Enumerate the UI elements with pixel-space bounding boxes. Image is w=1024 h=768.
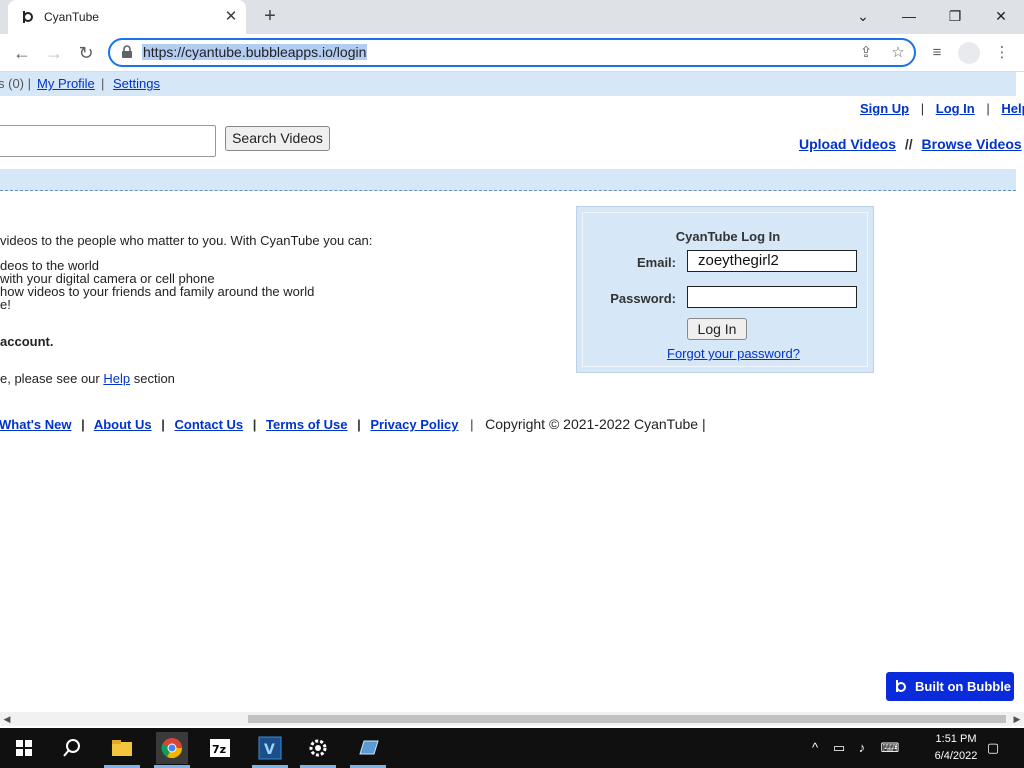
upload-videos-link[interactable]: Upload Videos: [799, 136, 896, 152]
about-us-link[interactable]: About Us: [94, 417, 152, 432]
top-links-separator: |: [986, 101, 990, 116]
notifications-icon[interactable]: ▢: [982, 738, 1004, 758]
keyboard-icon[interactable]: ⌨: [878, 738, 902, 758]
email-label: Email:: [636, 255, 676, 270]
help-suffix: section: [130, 371, 175, 386]
log-in-button[interactable]: Log In: [687, 318, 747, 340]
windows-start-icon[interactable]: [8, 732, 40, 764]
tab-title: CyanTube: [44, 10, 99, 24]
privacy-policy-link[interactable]: Privacy Policy: [370, 417, 458, 432]
browse-videos-link[interactable]: Browse Videos: [922, 136, 1022, 152]
search-input[interactable]: [0, 125, 216, 157]
network-icon[interactable]: ▭: [829, 738, 849, 758]
help-text: e, please see our Help section: [0, 371, 175, 386]
footer-separator: |: [161, 417, 165, 432]
password-field[interactable]: [687, 286, 857, 308]
help-link[interactable]: Help: [1001, 101, 1024, 116]
footer-separator: |: [81, 417, 85, 432]
intro-bullet: how videos to your friends and family ar…: [0, 284, 315, 299]
built-on-bubble-badge[interactable]: Built on Bubble: [886, 672, 1014, 701]
top-links: Sign Up | Log In | Help: [860, 101, 1024, 116]
footer-separator: |: [252, 417, 257, 432]
search-videos-button[interactable]: Search Videos: [225, 126, 330, 151]
clock-time: 1:51 PM: [935, 733, 977, 745]
terms-of-use-link[interactable]: Terms of Use: [266, 417, 347, 432]
help-section-link[interactable]: Help: [103, 371, 130, 386]
7zip-icon[interactable]: 7z: [204, 732, 236, 764]
video-actions: Upload Videos // Browse Videos: [799, 136, 1022, 152]
virtualbox-icon[interactable]: [352, 732, 384, 764]
minimize-button[interactable]: —: [895, 4, 923, 28]
horizontal-scrollbar[interactable]: ◀ ▶: [0, 712, 1024, 726]
page-content: s (0) | My Profile | Settings Sign Up | …: [0, 72, 1024, 712]
scroll-left-icon[interactable]: ◀: [0, 712, 14, 726]
back-arrow-icon[interactable]: ←: [10, 41, 34, 65]
bubble-favicon-icon: [23, 11, 34, 23]
footer-separator: |: [357, 417, 361, 432]
restore-button[interactable]: ❐: [941, 4, 969, 28]
system-clock[interactable]: 1:51 PM 6/4/2022: [926, 731, 986, 765]
badge-label: Built on Bubble: [915, 679, 1012, 694]
scrollbar-thumb[interactable]: [248, 715, 1006, 723]
lock-icon: [122, 45, 132, 58]
contact-us-link[interactable]: Contact Us: [175, 417, 244, 432]
scroll-right-icon[interactable]: ▶: [1010, 712, 1024, 726]
windows-taskbar: 7z V ^ ▭ ♪ ⌨ 1:51 PM 6/4/2022 ▢: [0, 728, 1024, 768]
userbar-separator: |: [101, 76, 105, 91]
my-profile-link[interactable]: My Profile: [37, 76, 95, 91]
svg-text:7z: 7z: [212, 743, 226, 756]
address-bar[interactable]: https://cyantube.bubbleapps.io/login ⇪ ☆: [108, 38, 916, 67]
footer-links: What's New | About Us | Contact Us | Ter…: [0, 416, 706, 432]
help-prefix: e, please see our: [0, 371, 104, 386]
account-text: account.: [0, 334, 54, 349]
log-in-link[interactable]: Log In: [936, 101, 975, 116]
user-bar: s (0) | My Profile | Settings: [0, 72, 1016, 96]
search-icon[interactable]: [56, 732, 88, 764]
copyright-text: Copyright © 2021-2022 CyanTube |: [485, 416, 706, 432]
browser-toolbar: ← → ↻ https://cyantube.bubbleapps.io/log…: [0, 34, 1024, 72]
share-icon[interactable]: ⇪: [856, 43, 876, 63]
file-explorer-icon[interactable]: [106, 732, 138, 764]
nav-strip: [0, 169, 1016, 191]
email-field[interactable]: zoeythegirl2: [687, 250, 857, 272]
browser-tabbar: CyanTube ✕ + ⌄ — ❐ ✕: [0, 0, 1024, 34]
tab-close-icon[interactable]: ✕: [222, 8, 240, 26]
bookmark-star-icon[interactable]: ☆: [888, 43, 908, 63]
login-title: CyanTube Log In: [675, 229, 781, 244]
profile-avatar-icon[interactable]: [958, 42, 980, 64]
volume-icon[interactable]: ♪: [852, 738, 872, 758]
forgot-password-link[interactable]: Forgot your password?: [667, 346, 800, 361]
settings-link[interactable]: Settings: [113, 76, 160, 91]
top-links-separator: |: [920, 101, 925, 116]
settings-gear-icon[interactable]: [302, 732, 334, 764]
new-tab-button[interactable]: +: [259, 5, 281, 27]
show-hidden-icons-chevron-icon[interactable]: ^: [805, 738, 825, 758]
inbox-count: s (0) |: [0, 76, 31, 91]
browser-tab-cyantube[interactable]: CyanTube ✕: [8, 0, 246, 34]
password-label: Password:: [610, 291, 676, 306]
url-text[interactable]: https://cyantube.bubbleapps.io/login: [142, 44, 368, 60]
intro-bullet: e!: [0, 297, 11, 312]
whats-new-link[interactable]: What's New: [0, 417, 71, 432]
sign-up-link[interactable]: Sign Up: [860, 101, 909, 116]
login-panel-inner: CyanTube Log In Email: zoeythegirl2 Pass…: [582, 212, 868, 367]
clock-date: 6/4/2022: [934, 750, 978, 762]
menu-kebab-icon[interactable]: ⋮: [990, 41, 1014, 65]
forward-arrow-icon[interactable]: →: [42, 41, 66, 65]
svg-text:V: V: [264, 742, 275, 758]
tab-search-icon[interactable]: ⌄: [849, 4, 877, 28]
bubble-logo-icon: [896, 680, 907, 692]
close-window-button[interactable]: ✕: [987, 4, 1015, 28]
vim-icon[interactable]: V: [254, 732, 286, 764]
login-panel: CyanTube Log In Email: zoeythegirl2 Pass…: [576, 206, 874, 373]
chrome-icon[interactable]: [156, 732, 188, 764]
intro-text: videos to the people who matter to you. …: [0, 233, 373, 248]
media-control-icon[interactable]: ≡: [925, 41, 949, 65]
reload-icon[interactable]: ↻: [74, 41, 98, 65]
footer-separator: |: [470, 417, 474, 432]
actions-separator: //: [904, 136, 913, 152]
